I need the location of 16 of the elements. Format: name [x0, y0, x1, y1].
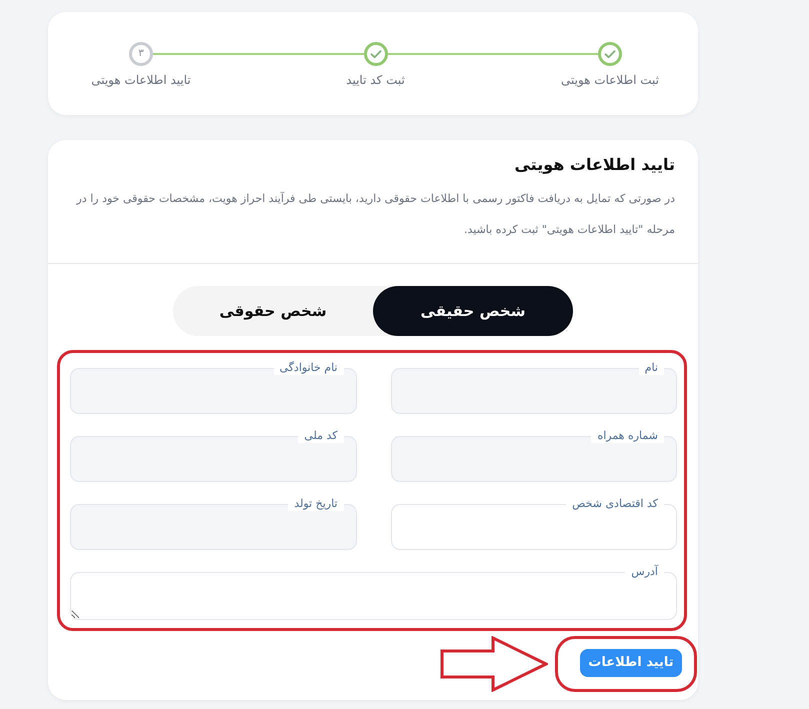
step-number: ۳: [129, 42, 153, 66]
field-label: نام: [638, 360, 664, 375]
step-label: ثبت اطلاعات هویتی: [560, 72, 660, 89]
field-label: تاریخ تولد: [288, 496, 344, 511]
field-label: شماره همراه: [591, 428, 664, 443]
card-description: در صورتی که تمایل به دریافت فاکتور رسمی با اطلاعات حقوقی دارید، بایستی طی فرآیند احراز هویت، مشخصات حقوقی خود را در مرحله "تایید اطلاعات هویتی" ثبت کرده باشید.: [75, 190, 676, 238]
step-label: ثبت کد تایید: [346, 72, 405, 89]
person-type-tab[interactable]: شخص حقوقی: [173, 286, 373, 336]
field-label: نام خانوادگی: [274, 360, 344, 375]
arrow-icon: [440, 636, 548, 692]
person-type-tab[interactable]: شخص حقیقی: [373, 286, 573, 336]
field-label: کد اقتصادی شخص: [566, 496, 664, 511]
field-label: کد ملی: [298, 428, 344, 443]
field-label: آدرس: [625, 564, 664, 579]
step-label: تایید اطلاعات هویتی: [91, 72, 191, 89]
card-title: تایید اطلاعات هویتی: [513, 154, 676, 176]
